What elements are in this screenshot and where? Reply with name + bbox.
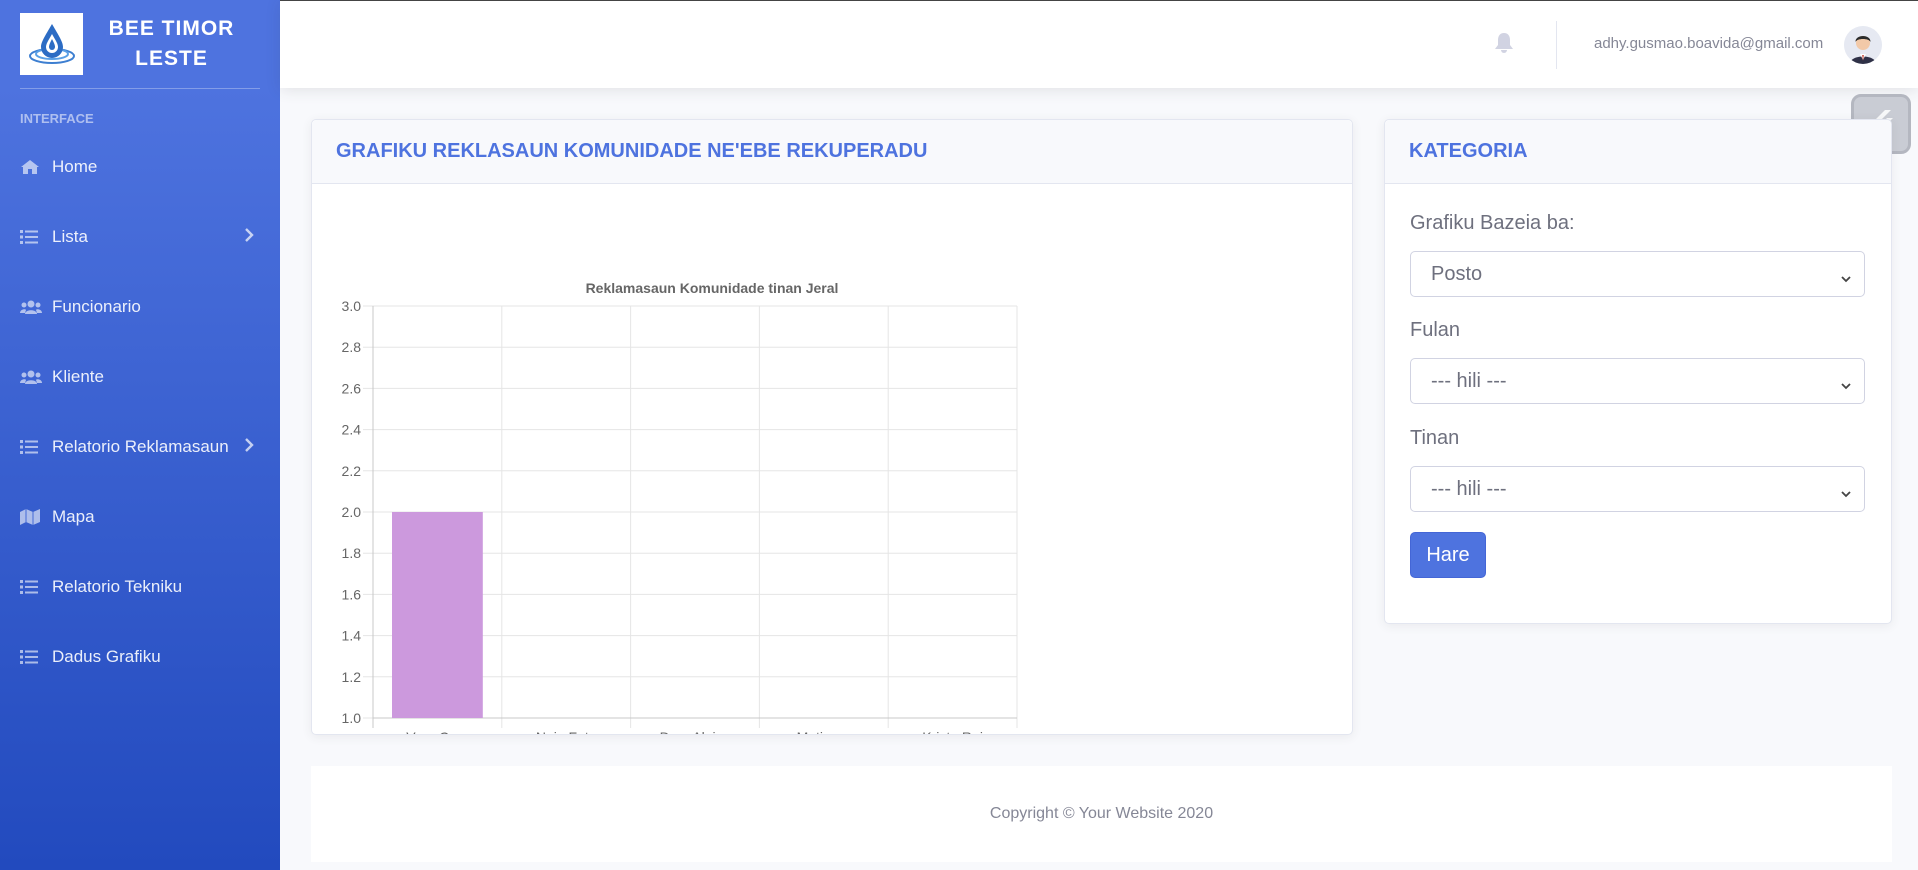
list-icon (20, 580, 42, 594)
sidebar-item-label: Funcionario (52, 297, 141, 316)
y-tick-label: 1.4 (342, 628, 362, 644)
chart-card-title: GRAFIKU REKLASAUN KOMUNIDADE NE'EBE REKU… (312, 120, 1352, 184)
x-tick-label: Kristu Rei (922, 729, 983, 734)
month-select-value: --- hili --- (1431, 369, 1507, 392)
kategoria-title: KATEGORIA (1385, 120, 1891, 184)
submit-button[interactable]: Hare (1410, 532, 1486, 578)
sidebar: BEE TIMOR LESTE INTERFACE Home Lista Fun… (0, 0, 280, 870)
chevron-down-icon (1840, 375, 1852, 398)
sidebar-item-label: Kliente (52, 367, 104, 386)
bar-chart: Reklamasaun Komunidade tinan Jeral 3.0 2.… (342, 280, 1018, 734)
basis-select-value: Posto (1431, 262, 1483, 285)
topbar: adhy.gusmao.boavida@gmail.com (280, 0, 1918, 88)
chevron-right-icon (244, 437, 254, 457)
year-label: Tinan (1410, 427, 1460, 449)
sidebar-item-label: Dadus Grafiku (52, 647, 161, 666)
y-tick-label: 3.0 (342, 298, 362, 314)
y-tick-label: 1.2 (342, 669, 362, 685)
list-icon (20, 650, 42, 664)
bell-icon[interactable] (1494, 32, 1514, 59)
month-select[interactable]: --- hili --- (1410, 358, 1865, 404)
chevron-down-icon (1840, 483, 1852, 506)
map-icon (20, 509, 42, 525)
sidebar-item-kliente[interactable]: Kliente (0, 342, 280, 412)
topbar-divider (1556, 21, 1557, 69)
x-tick-label: Nain Feto (536, 729, 597, 734)
users-icon (20, 300, 42, 314)
sidebar-item-relatorio-tekniku[interactable]: Relatorio Tekniku (0, 552, 280, 622)
sidebar-heading: INTERFACE (20, 111, 94, 126)
month-label: Fulan (1410, 319, 1461, 341)
basis-select[interactable]: Posto (1410, 251, 1865, 297)
chart-title: Reklamasaun Komunidade tinan Jeral (586, 280, 839, 296)
bar (392, 512, 483, 718)
y-tick-label: 2.0 (342, 504, 362, 520)
brand-name: BEE TIMOR LESTE (108, 17, 235, 70)
home-icon (20, 159, 42, 175)
list-icon (20, 440, 42, 454)
sidebar-item-funcionario[interactable]: Funcionario (0, 272, 280, 342)
year-select-value: --- hili --- (1431, 477, 1507, 500)
users-icon (20, 370, 42, 384)
sidebar-item-label: Relatorio Reklamasaun (52, 437, 229, 456)
y-tick-label: 2.4 (342, 422, 362, 438)
x-tick-label: Metinaru (797, 729, 851, 734)
sidebar-item-label: Relatorio Tekniku (52, 577, 183, 596)
footer: Copyright © Your Website 2020 (311, 766, 1892, 862)
brand-logo-icon (20, 13, 83, 75)
kategoria-card: KATEGORIA Grafiku Bazeia ba: Posto Fulan… (1384, 119, 1892, 624)
list-icon (20, 230, 42, 244)
user-email[interactable]: adhy.gusmao.boavida@gmail.com (1594, 35, 1823, 52)
chevron-right-icon (244, 227, 254, 247)
copyright-text: Copyright © Your Website 2020 (989, 805, 1214, 822)
year-select[interactable]: --- hili --- (1410, 466, 1865, 512)
y-tick-label: 1.8 (342, 545, 362, 561)
y-tick-label: 1.6 (342, 586, 362, 602)
y-tick-label: 1.0 (342, 710, 362, 726)
basis-label: Grafiku Bazeia ba: (1410, 212, 1575, 234)
sidebar-brand[interactable]: BEE TIMOR LESTE (0, 0, 280, 88)
y-tick-label: 2.6 (342, 380, 362, 396)
sidebar-item-home[interactable]: Home (0, 132, 280, 202)
sidebar-item-lista[interactable]: Lista (0, 202, 280, 272)
y-tick-label: 2.8 (342, 339, 362, 355)
x-tick-label: Dom Aleixo (660, 729, 731, 734)
sidebar-item-label: Mapa (52, 507, 95, 526)
y-tick-label: 2.2 (342, 463, 362, 479)
sidebar-item-dadus-grafiku[interactable]: Dadus Grafiku (0, 622, 280, 692)
sidebar-item-mapa[interactable]: Mapa (0, 482, 280, 552)
sidebar-item-relatorio-reklamasaun[interactable]: Relatorio Reklamasaun (0, 412, 280, 482)
x-tick-label: Vera Cruz (406, 729, 468, 734)
sidebar-item-label: Lista (52, 227, 88, 246)
chart-card: GRAFIKU REKLASAUN KOMUNIDADE NE'EBE REKU… (311, 119, 1353, 735)
sidebar-item-label: Home (52, 157, 98, 176)
chevron-down-icon (1840, 268, 1852, 291)
avatar[interactable] (1844, 26, 1882, 64)
